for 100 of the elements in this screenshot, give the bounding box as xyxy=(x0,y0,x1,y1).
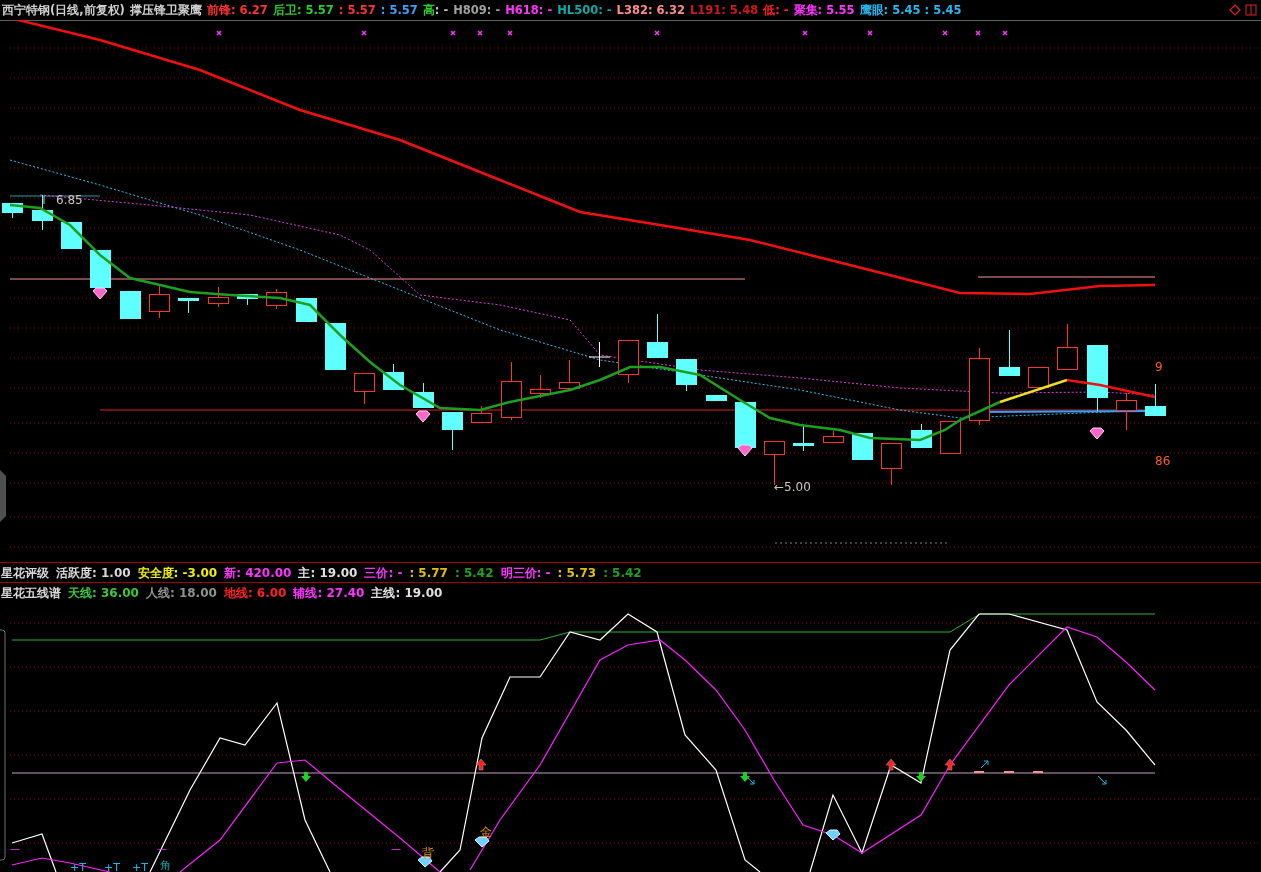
indicator-text: 三价: - xyxy=(364,565,403,580)
header-text: 西宁特钢(日线,前复权) xyxy=(2,2,125,18)
diagonal-arrow-icon xyxy=(747,777,755,785)
gem-icon xyxy=(825,829,841,841)
signal-label: 角 xyxy=(159,859,171,872)
candlestick xyxy=(1028,366,1049,388)
candlestick xyxy=(178,297,199,314)
header-text: 聚集: 5.55 xyxy=(793,2,855,18)
header-text: : 5.57 xyxy=(338,3,376,17)
up-arrow-icon xyxy=(885,758,897,771)
candlestick xyxy=(881,442,902,486)
candlestick xyxy=(647,313,668,359)
candlestick xyxy=(588,341,611,368)
header-text: : - xyxy=(434,2,449,18)
candlestick xyxy=(442,411,463,451)
signal-label: 金 xyxy=(480,825,492,839)
candlestick xyxy=(940,420,961,454)
candlestick xyxy=(90,249,111,289)
cross-mark-icon xyxy=(867,30,873,36)
indicator-text: 地线: 6.00 xyxy=(223,586,287,600)
indicator-text: 星花评级 xyxy=(1,565,49,580)
cross-mark-icon xyxy=(450,30,456,36)
indicator-text: : 5.42 xyxy=(603,565,642,580)
gem-icon xyxy=(1089,427,1105,440)
candlestick xyxy=(530,374,551,399)
header-text: 高 xyxy=(422,2,435,18)
header-text: L382: 6.32 xyxy=(616,3,685,17)
signal-label: — xyxy=(10,843,20,854)
cross-mark-icon xyxy=(477,30,483,36)
candlestick xyxy=(354,372,375,405)
signal-label: — xyxy=(157,843,167,854)
cross-mark-icon xyxy=(361,30,367,36)
header-text: H618: - xyxy=(505,3,553,17)
candlestick xyxy=(618,339,639,384)
header-text: 后卫: 5.57 xyxy=(272,2,334,18)
dash-mark xyxy=(1033,771,1043,773)
indicator-text: : 5.73 xyxy=(557,565,597,580)
panel-handle-icon[interactable] xyxy=(0,470,6,522)
indicator-text: 安全度: -3.00 xyxy=(137,565,218,580)
price-label: 86 xyxy=(1155,454,1171,468)
indicator-text: 星花五线谱 xyxy=(1,586,61,600)
cross-mark-icon xyxy=(1002,30,1008,36)
header-text: 撑压锋卫聚鹰 xyxy=(129,2,202,18)
candlestick xyxy=(325,322,346,371)
candlestick xyxy=(1116,392,1137,431)
indicator-text: 明三价: - xyxy=(500,565,551,580)
cross-mark-icon xyxy=(942,30,948,36)
signal-label: 背 xyxy=(422,846,434,860)
indicator-text: 主: 19.00 xyxy=(298,565,358,580)
dash-mark xyxy=(974,771,984,773)
cross-mark-icon xyxy=(216,30,222,36)
diagonal-arrow-icon xyxy=(1097,775,1107,785)
candlestick xyxy=(823,430,844,443)
header-text: 前锋: 6.27 xyxy=(206,2,268,18)
candlestick xyxy=(999,329,1020,377)
price-label: 6.85 xyxy=(56,193,83,207)
gem-icon xyxy=(737,444,753,457)
indicator-text: 活跃度: 1.00 xyxy=(56,565,131,580)
down-arrow-icon xyxy=(916,772,926,782)
candlestick xyxy=(413,382,434,409)
indicator-text: : 5.42 xyxy=(454,565,494,580)
cross-mark-icon xyxy=(507,30,513,36)
diamond-icon[interactable] xyxy=(1229,4,1241,16)
indicator-text: : 5.77 xyxy=(409,565,448,580)
candlestick xyxy=(1145,383,1166,417)
candlestick xyxy=(852,432,873,461)
header-text: H809: - xyxy=(453,3,501,17)
header-text: 鹰眼: 5.45 : 5.45 xyxy=(859,2,962,18)
indicator-text: 主线: 19.00 xyxy=(371,586,443,600)
indicator-text: 辅线: 27.40 xyxy=(293,586,365,600)
diagonal-arrow-icon xyxy=(980,760,989,769)
indicator-text: 天线: 36.00 xyxy=(68,586,139,600)
signal-label: +T xyxy=(132,861,148,872)
candlestick xyxy=(501,361,522,421)
header-text: 低: - xyxy=(763,2,789,18)
candlestick xyxy=(61,221,82,250)
signal-label: +T xyxy=(104,861,120,872)
cross-mark-icon xyxy=(654,30,660,36)
price-label: ←5.00 xyxy=(774,480,811,494)
cross-mark-icon xyxy=(975,30,981,36)
up-arrow-icon xyxy=(944,758,956,771)
candlestick xyxy=(2,202,23,219)
candlestick xyxy=(559,359,580,389)
candlestick xyxy=(735,401,756,449)
indicator-text: 人线: 18.00 xyxy=(145,586,217,600)
window-icon[interactable] xyxy=(1245,4,1257,16)
down-arrow-icon xyxy=(301,772,311,782)
candlestick xyxy=(793,425,814,452)
candlestick xyxy=(237,293,258,306)
candlestick xyxy=(383,363,404,391)
panel-handle-icon[interactable] xyxy=(0,629,6,861)
header-text: HL500: - xyxy=(557,3,612,17)
header-text: : 5.57 xyxy=(380,3,418,17)
cross-mark-icon xyxy=(802,30,808,36)
candlestick xyxy=(149,284,170,319)
price-label: 9 xyxy=(1155,360,1163,374)
candlestick xyxy=(120,290,141,320)
candlestick xyxy=(471,405,492,424)
header-text: L191: 5.48 xyxy=(689,3,759,17)
gem-icon xyxy=(415,410,431,423)
